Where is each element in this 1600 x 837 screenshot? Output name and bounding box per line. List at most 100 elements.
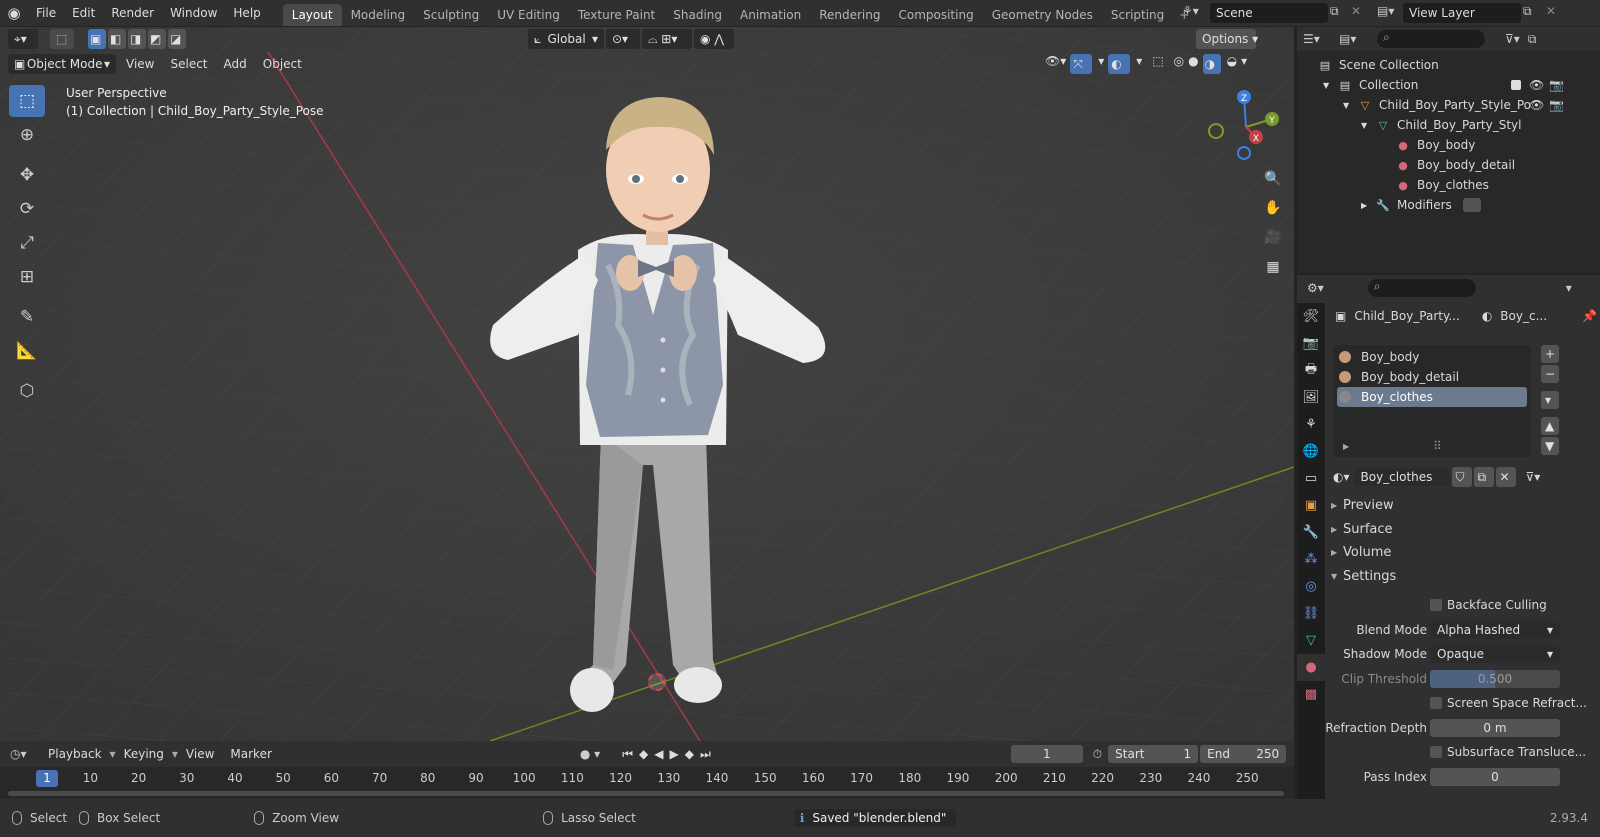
tab-texture-paint[interactable]: Texture Paint xyxy=(569,4,664,26)
select-mode-new-icon[interactable]: ▣ xyxy=(88,29,106,49)
record-icon[interactable]: ● ▾ xyxy=(580,747,600,761)
new-collection-icon[interactable]: ⧉ xyxy=(1528,32,1537,47)
view-layer-icon[interactable]: ▤▾ xyxy=(1377,4,1394,18)
outliner-row[interactable]: ▼ ▤ Collection 👁 📷 xyxy=(1297,75,1600,95)
eye-icon[interactable]: 👁 xyxy=(1529,78,1544,92)
3d-viewport[interactable]: ⌖▾ ⬚ ▣ ◧ ◨ ◩ ◪ ⟀ Global ▾ ⊙▾ ⌓ ⊞▾ ◉ ⋀ Opti… xyxy=(0,27,1294,741)
menu-render[interactable]: Render xyxy=(103,0,162,26)
3d-cursor-icon[interactable] xyxy=(648,673,666,691)
list-item[interactable]: Boy_body_detail xyxy=(1333,367,1531,387)
overlay-dropdown-icon[interactable]: ▾ xyxy=(1136,54,1142,74)
timeline-menu-marker[interactable]: Marker xyxy=(222,744,279,764)
properties-editor-icon[interactable]: ⚙▾ xyxy=(1307,281,1324,295)
fake-user-icon[interactable]: ⛉ xyxy=(1451,467,1472,487)
shading-rendered-icon[interactable]: ◒ xyxy=(1227,54,1237,74)
pin-icon[interactable]: 📌 xyxy=(1582,309,1597,323)
transform-tool-icon[interactable]: ⊞ xyxy=(9,261,45,293)
tab-geometry-nodes[interactable]: Geometry Nodes xyxy=(983,4,1102,26)
modifier-badge-icon[interactable] xyxy=(1463,198,1481,212)
editor-type-icon[interactable]: ⌖▾ xyxy=(8,29,38,49)
measure-tool-icon[interactable]: 📐 xyxy=(9,335,45,367)
shadow-mode-dropdown[interactable]: Opaque ▾ xyxy=(1430,645,1560,663)
world-tab-icon[interactable]: 🌐 xyxy=(1297,438,1325,465)
output-tab-icon[interactable]: 🖶 xyxy=(1297,357,1325,384)
resize-handle-icon[interactable]: ⠿ xyxy=(1433,439,1442,453)
mode-dropdown[interactable]: ▣ Object Mode ▾ xyxy=(8,54,116,74)
expand-arrow-icon[interactable]: ▶ xyxy=(1361,201,1375,210)
move-tool-icon[interactable]: ✥ xyxy=(9,159,45,191)
section-settings[interactable]: ▼ Settings xyxy=(1331,565,1596,587)
next-keyframe-icon[interactable]: ◆ xyxy=(685,747,700,761)
current-frame-marker[interactable]: 1 xyxy=(36,770,58,787)
timeline-scrollbar[interactable] xyxy=(8,791,1284,796)
frame-ruler[interactable]: 1 10 20 30 40 50 60 70 80 90 100 110 120 130 140 150 16… xyxy=(0,767,1294,789)
prev-keyframe-icon[interactable]: ◆ xyxy=(639,747,654,761)
clip-threshold-slider[interactable]: 0.500 xyxy=(1430,670,1560,688)
render-tab-icon[interactable]: 📷 xyxy=(1297,330,1325,357)
expand-arrow-icon[interactable]: ▼ xyxy=(1343,101,1357,110)
timer-icon[interactable]: ⏱ xyxy=(1093,747,1102,762)
outliner-search-input[interactable]: ⌕ xyxy=(1377,30,1485,48)
select-box-tool-icon[interactable]: ⬚ xyxy=(9,85,45,117)
tab-rendering[interactable]: Rendering xyxy=(810,4,889,26)
filter-icon[interactable]: ⊽▾ xyxy=(1505,32,1520,46)
navigation-gizmo[interactable]: Z Y X xyxy=(1206,89,1286,169)
outliner-row[interactable]: ▼ ▽ Child_Boy_Party_Styl xyxy=(1297,115,1600,135)
snap-icon[interactable]: ⌓ ⊞▾ xyxy=(642,29,692,49)
viewport-menu-add[interactable]: Add xyxy=(216,54,255,74)
blend-mode-dropdown[interactable]: Alpha Hashed ▾ xyxy=(1430,621,1560,639)
backface-culling-checkbox[interactable] xyxy=(1430,599,1442,611)
browse-material-icon[interactable]: ◐▾ xyxy=(1333,470,1350,484)
outliner-row[interactable]: ▼ ▽ Child_Boy_Party_Style_Po 👁 📷 xyxy=(1297,95,1600,115)
scene-selector[interactable]: Scene xyxy=(1210,3,1328,23)
pass-index-field[interactable]: 0 xyxy=(1430,768,1560,786)
shading-dropdown-icon[interactable]: ▾ xyxy=(1241,54,1247,74)
tab-shading[interactable]: Shading xyxy=(664,4,731,26)
select-mode-invert-icon[interactable]: ◩ xyxy=(148,29,166,49)
zoom-icon[interactable]: 🔍 xyxy=(1262,168,1284,190)
delete-view-layer-icon[interactable]: ✕ xyxy=(1546,4,1556,18)
move-slot-up-button[interactable]: ▲ xyxy=(1541,417,1559,435)
cursor-tool-icon[interactable]: ⊕ xyxy=(9,119,45,151)
tab-uv-editing[interactable]: UV Editing xyxy=(488,4,569,26)
select-tool-icon[interactable]: ⬚ xyxy=(50,29,74,49)
new-view-layer-icon[interactable]: ⧉ xyxy=(1523,4,1532,19)
start-frame-field[interactable]: Start 1 xyxy=(1108,745,1199,763)
node-link-icon[interactable]: ⊽▾ xyxy=(1526,470,1541,484)
outliner-row[interactable]: ● Boy_clothes xyxy=(1297,175,1600,195)
outliner-row[interactable]: ▶ 🔧 Modifiers xyxy=(1297,195,1600,215)
menu-file[interactable]: File xyxy=(28,0,64,26)
expand-arrow-icon[interactable]: ▼ xyxy=(1361,121,1375,130)
timeline-menu-view[interactable]: View xyxy=(178,744,222,764)
play-icon[interactable]: ▶ xyxy=(669,747,684,761)
timeline-editor-icon[interactable]: ◷▾ xyxy=(10,747,40,761)
subsurface-translucency-checkbox[interactable] xyxy=(1430,746,1442,758)
outliner-editor-icon[interactable]: ☰▾ xyxy=(1303,32,1333,46)
expand-arrow-icon[interactable]: ▼ xyxy=(1323,81,1337,90)
tab-animation[interactable]: Animation xyxy=(731,4,810,26)
view-layer-tab-icon[interactable]: 🖼 xyxy=(1297,384,1325,411)
delete-scene-icon[interactable]: ✕ xyxy=(1351,4,1361,18)
tab-layout[interactable]: Layout xyxy=(282,4,342,26)
viewport-menu-select[interactable]: Select xyxy=(162,54,215,74)
jump-end-icon[interactable]: ⏭ xyxy=(700,747,717,761)
display-mode-icon[interactable]: ▤▾ xyxy=(1339,32,1369,46)
gizmo-dropdown-icon[interactable]: ▾ xyxy=(1098,54,1104,74)
camera-icon[interactable]: 🎥 xyxy=(1262,226,1284,248)
jump-start-icon[interactable]: ⏮ xyxy=(622,747,639,761)
physics-tab-icon[interactable]: ◎ xyxy=(1297,573,1325,600)
menu-help[interactable]: Help xyxy=(225,0,268,26)
particles-tab-icon[interactable]: ⁂ xyxy=(1297,546,1325,573)
remove-slot-button[interactable]: − xyxy=(1541,365,1559,383)
timeline-menu-keying[interactable]: Keying xyxy=(116,744,172,764)
scale-tool-icon[interactable]: ⤢ xyxy=(9,227,45,259)
add-cube-tool-icon[interactable]: ⬡ xyxy=(9,375,45,407)
character-model[interactable] xyxy=(468,65,888,735)
play-reverse-icon[interactable]: ◀ xyxy=(654,747,669,761)
outliner-row[interactable]: ▤ Scene Collection xyxy=(1297,55,1600,75)
pivot-point-icon[interactable]: ⊙▾ xyxy=(606,29,640,49)
duplicate-material-icon[interactable]: ⧉ xyxy=(1473,467,1494,487)
gizmo-toggle-icon[interactable]: ⤧ xyxy=(1070,54,1093,74)
scene-icon[interactable]: ⚘▾ xyxy=(1182,4,1199,18)
transform-orientation-dropdown[interactable]: ⟀ Global ▾ xyxy=(528,29,604,49)
